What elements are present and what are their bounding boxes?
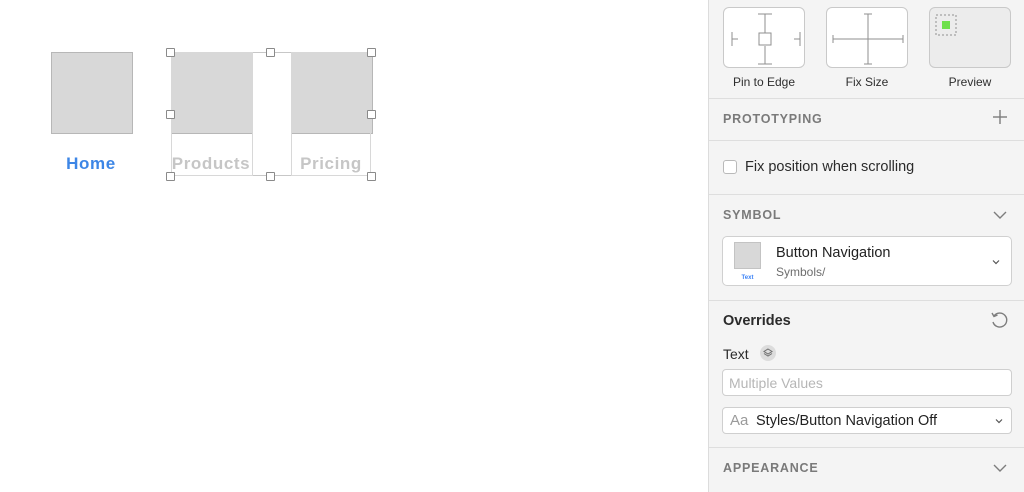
- symbol-section-title: SYMBOL: [723, 208, 782, 222]
- text-style-icon: Aa: [730, 412, 749, 429]
- layers-icon[interactable]: [760, 345, 776, 361]
- override-text-label: Text: [723, 346, 749, 362]
- text-style-value: Styles/Button Navigation Off: [756, 413, 938, 429]
- symbol-name: Button Navigation: [776, 245, 891, 261]
- design-canvas[interactable]: Home Products Pricing: [0, 0, 708, 492]
- pin-to-edge-button[interactable]: [723, 7, 805, 68]
- chevron-down-icon: [995, 419, 1003, 424]
- chevron-down-icon: [993, 211, 1007, 219]
- symbol-thumbnail-text: Text: [741, 275, 754, 281]
- resize-handle-middle-right[interactable]: [367, 110, 376, 119]
- inspector-panel: Pin to Edge Fix Size Preview PROTOTYPING…: [708, 0, 1024, 492]
- plus-icon: [993, 110, 1007, 124]
- home-nav-label[interactable]: Home: [46, 154, 136, 174]
- pricing-bounds-outline: [291, 52, 371, 176]
- symbol-picker[interactable]: Text Button Navigation Symbols/: [722, 236, 1012, 286]
- divider: [709, 194, 1024, 195]
- divider: [709, 447, 1024, 448]
- divider: [709, 98, 1024, 99]
- fix-position-checkbox[interactable]: [723, 160, 737, 174]
- appearance-section-title: APPEARANCE: [723, 461, 819, 475]
- fix-size-icon: [832, 13, 904, 65]
- collapse-symbol-button[interactable]: [992, 207, 1008, 228]
- app-window: Home Products Pricing Pin to Edge Fix Si…: [0, 0, 1024, 492]
- collapse-appearance-button[interactable]: [992, 460, 1008, 481]
- fix-position-label[interactable]: Fix position when scrolling: [745, 159, 914, 175]
- override-text-input[interactable]: [722, 369, 1012, 396]
- divider: [709, 300, 1024, 301]
- preview-label: Preview: [948, 75, 992, 89]
- reset-overrides-button[interactable]: [989, 310, 1009, 335]
- divider: [709, 140, 1024, 141]
- text-style-select[interactable]: Aa Styles/Button Navigation Off: [722, 407, 1012, 434]
- resize-handle-bottom-center[interactable]: [266, 172, 275, 181]
- resize-handle-bottom-left[interactable]: [166, 172, 175, 181]
- overrides-title: Overrides: [723, 313, 791, 329]
- preview-button[interactable]: [929, 7, 1011, 68]
- prototyping-section-title: PROTOTYPING: [723, 112, 823, 126]
- resize-handle-top-center[interactable]: [266, 48, 275, 57]
- chevron-down-icon: [992, 260, 1000, 265]
- reset-icon: [991, 312, 1008, 328]
- fix-size-button[interactable]: [826, 7, 908, 68]
- fix-size-label: Fix Size: [845, 75, 889, 89]
- resize-handle-top-left[interactable]: [166, 48, 175, 57]
- resize-handle-middle-left[interactable]: [166, 110, 175, 119]
- pin-to-edge-icon: [731, 13, 801, 65]
- add-prototyping-button[interactable]: [992, 109, 1008, 130]
- products-bounds-outline: [171, 52, 253, 176]
- pin-to-edge-label: Pin to Edge: [732, 75, 796, 89]
- symbol-path: Symbols/: [776, 265, 826, 279]
- resize-handle-bottom-right[interactable]: [367, 172, 376, 181]
- home-nav-square[interactable]: [51, 52, 133, 134]
- chevron-down-icon: [993, 464, 1007, 472]
- symbol-thumbnail: [734, 242, 761, 269]
- resize-handle-top-right[interactable]: [367, 48, 376, 57]
- preview-icon: [935, 14, 957, 36]
